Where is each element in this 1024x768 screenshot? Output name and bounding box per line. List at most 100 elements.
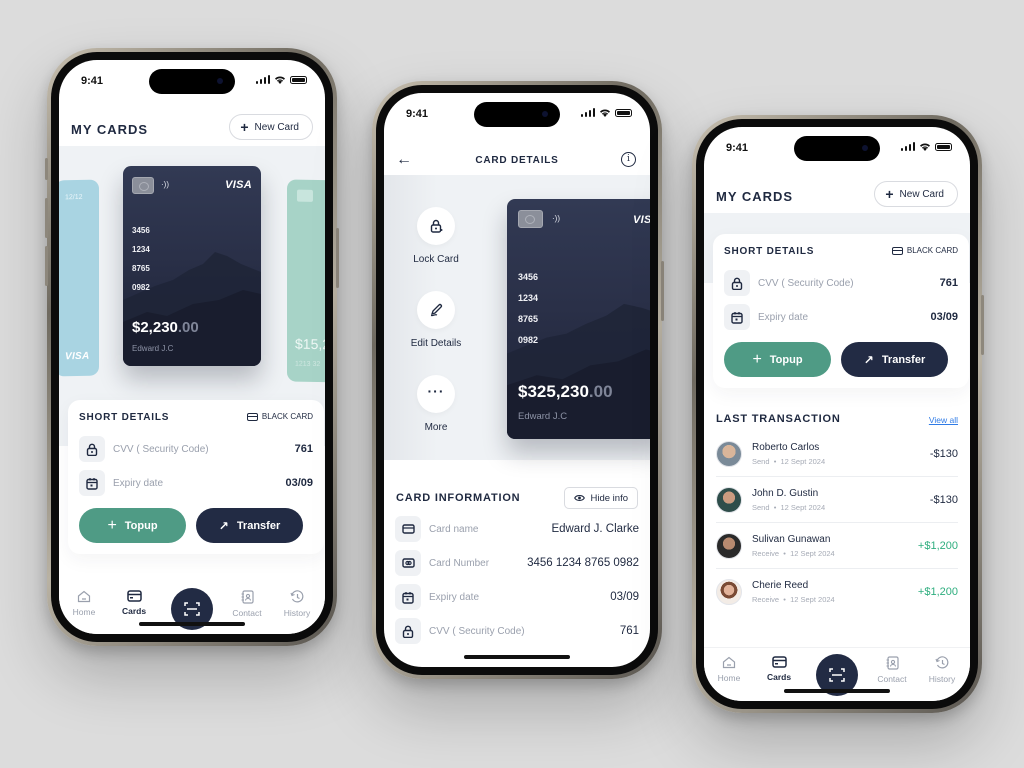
nav-home[interactable]: Home	[707, 656, 751, 683]
info-icon[interactable]: i	[621, 152, 636, 167]
wifi-icon	[275, 76, 285, 84]
more-icon: ···	[417, 375, 455, 413]
edit-details-action[interactable]: Edit Details	[396, 291, 476, 349]
card-icon	[246, 412, 258, 421]
action-button	[45, 158, 48, 180]
transfer-button[interactable]: ↗ Transfer	[841, 342, 948, 377]
nav-history[interactable]: History	[275, 590, 319, 618]
transaction-type: Send	[752, 456, 770, 466]
transaction-name: Cherie Reed	[752, 580, 809, 591]
transaction-item[interactable]: Sulivan Gunawan Receive • 12 Sept 2024 +…	[716, 523, 958, 569]
power-button	[981, 295, 984, 355]
transaction-item[interactable]: John D. Gustin Send • 12 Sept 2024 -$130	[716, 477, 958, 523]
topup-label: Topup	[769, 353, 803, 366]
nav-contact[interactable]: Contact	[870, 656, 914, 684]
action-label: Edit Details	[410, 338, 462, 349]
cvv-value: 761	[939, 277, 958, 289]
card-icon	[395, 516, 421, 542]
hide-info-button[interactable]: Hide info	[563, 487, 638, 509]
transaction-date: 12 Sept 2024	[790, 595, 835, 604]
avatar	[716, 486, 742, 513]
nav-label: Home	[717, 673, 741, 683]
view-all-link[interactable]: View all	[929, 415, 958, 425]
phone-my-cards-transactions: 9:41 MY CARDS + New Card SHORT DETAILS B…	[692, 115, 984, 713]
card-number-row: Card Number 3456 1234 8765 0982	[395, 550, 639, 576]
nav-label: History	[283, 608, 311, 618]
nav-cards[interactable]: Cards	[112, 590, 156, 616]
avatar	[716, 579, 742, 605]
contact-icon	[886, 656, 899, 670]
status-bar: 9:41	[59, 60, 325, 104]
new-card-button[interactable]: + New Card	[229, 114, 313, 140]
status-time: 9:41	[406, 108, 429, 120]
new-card-button[interactable]: + New Card	[874, 181, 958, 207]
nav-contact[interactable]: Contact	[225, 590, 269, 618]
card-expiry: 12/12	[65, 193, 83, 202]
screen: 9:41 MY CARDS + New Card SHORT DETAILS B…	[704, 127, 970, 701]
card-number-icon	[395, 550, 421, 576]
visa-logo: VISA	[633, 214, 650, 226]
card-mint[interactable]: $15,2 1213 32	[287, 179, 325, 383]
transaction-type: Send	[752, 502, 770, 512]
row-value: 3456 1234 8765 0982	[527, 557, 639, 569]
battery-icon	[290, 75, 307, 84]
edit-icon	[417, 291, 455, 329]
new-card-label: New Card	[254, 121, 299, 133]
card-balance: $15,2	[295, 335, 325, 353]
cvv-row: CVV ( Security Code) 761	[395, 618, 639, 644]
transaction-name: John D. Gustin	[752, 487, 819, 499]
card-number-group: 3456	[518, 272, 539, 282]
expiry-row: Expiry date 03/09	[395, 584, 639, 610]
transaction-type: Receive	[752, 548, 780, 558]
transaction-amount: +$1,200	[917, 586, 958, 598]
card-light-blue[interactable]: 12/12 VISA	[59, 179, 99, 377]
nav-history[interactable]: History	[920, 656, 964, 684]
card-black[interactable]: ·)) VISA 3456 1234 8765 0982 $2,230.00 E…	[123, 166, 261, 366]
last-transaction-title: LAST TRANSACTION	[716, 413, 841, 425]
avatar	[716, 440, 742, 467]
nav-cards[interactable]: Cards	[757, 656, 801, 682]
short-details-title: SHORT DETAILS	[724, 246, 815, 257]
transaction-item[interactable]: Roberto Carlos Send • 12 Sept 2024 -$130	[716, 431, 958, 477]
short-details-panel: SHORT DETAILS BLACK CARD CVV ( Security …	[68, 400, 324, 554]
lock-icon	[395, 618, 421, 644]
transaction-item[interactable]: Cherie Reed Receive • 12 Sept 2024 +$1,2…	[716, 569, 958, 615]
plus-icon: +	[107, 516, 117, 534]
chip-icon	[518, 210, 543, 228]
battery-icon	[615, 108, 632, 117]
topup-button[interactable]: + Topup	[79, 508, 186, 543]
cvv-label: CVV ( Security Code)	[758, 277, 854, 289]
signal-icon	[255, 75, 270, 84]
home-indicator	[464, 655, 570, 659]
signal-icon	[580, 108, 595, 117]
avatar	[716, 532, 742, 559]
home-indicator	[139, 622, 245, 626]
expiry-value: 03/09	[285, 477, 313, 489]
short-details-title: SHORT DETAILS	[79, 412, 170, 423]
power-button	[661, 261, 664, 321]
arrow-up-right-icon: ↗	[218, 518, 229, 533]
card-icon	[891, 246, 903, 255]
nav-label: Cards	[121, 606, 147, 616]
card-black[interactable]: ·)) VISA 3456 1234 8765 0982 $325,230.00…	[507, 199, 650, 439]
more-action[interactable]: ··· More	[396, 375, 476, 433]
nav-label: Home	[72, 607, 96, 617]
transaction-amount: -$130	[929, 493, 958, 506]
card-number-group: 3456	[132, 226, 150, 235]
transaction-meta: Send • 12 Sept 2024	[752, 456, 826, 466]
row-value: Edward J. Clarke	[551, 523, 639, 535]
transaction-meta: Receive • 12 Sept 2024	[752, 595, 835, 604]
card-name-row: Card name Edward J. Clarke	[395, 516, 639, 542]
home-icon	[77, 590, 91, 603]
transfer-label: Transfer	[881, 353, 926, 366]
status-time: 9:41	[81, 75, 104, 87]
chip-icon	[132, 177, 154, 194]
transaction-date: 12 Sept 2024	[780, 456, 826, 466]
nav-home[interactable]: Home	[62, 590, 106, 617]
action-label: Lock Card	[413, 254, 459, 265]
lock-card-action[interactable]: Lock Card	[396, 207, 476, 265]
visa-logo: VISA	[225, 179, 252, 191]
bottom-nav: Home Cards Contact History	[59, 582, 325, 634]
topup-button[interactable]: + Topup	[724, 342, 831, 377]
transfer-button[interactable]: ↗ Transfer	[196, 508, 303, 543]
